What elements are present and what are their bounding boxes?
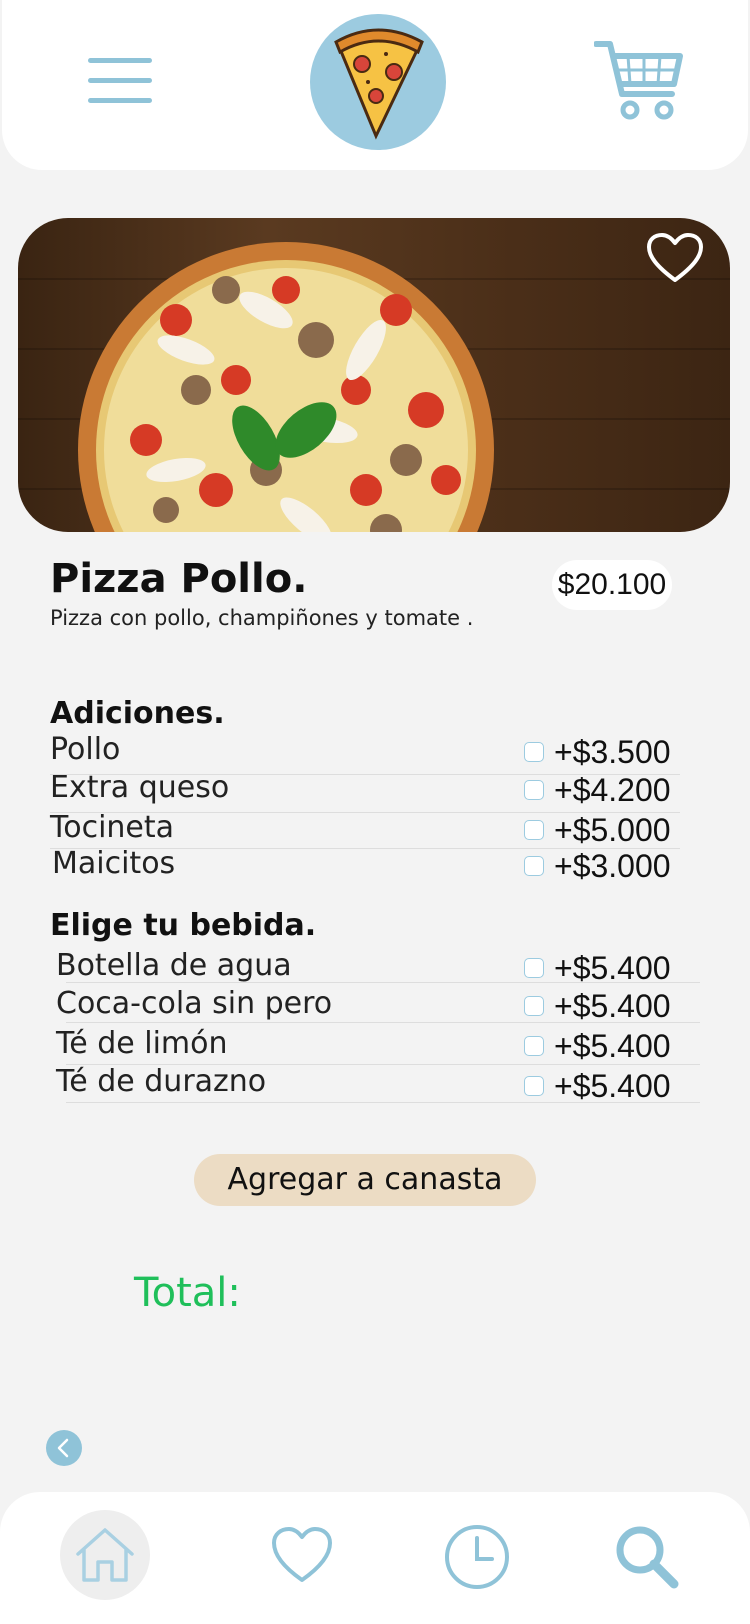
drink-price: +$5.400	[554, 1068, 671, 1104]
drink-label: Coca-cola sin pero	[56, 986, 333, 1021]
clock-icon	[445, 1525, 509, 1589]
tab-history[interactable]	[430, 1510, 520, 1600]
drink-label: Té de durazno	[56, 1064, 267, 1099]
addition-checkbox[interactable]	[524, 820, 544, 840]
drink-checkbox[interactable]	[524, 958, 544, 978]
drink-price: +$5.400	[554, 988, 671, 1024]
price-badge: $20.100	[552, 560, 672, 610]
addition-label: Extra queso	[50, 770, 230, 805]
drink-checkbox[interactable]	[524, 1036, 544, 1056]
drink-label: Té de limón	[56, 1026, 228, 1061]
shopping-cart-icon[interactable]	[594, 38, 684, 124]
pizza-logo[interactable]	[310, 14, 446, 150]
chevron-left-icon	[57, 1438, 69, 1458]
addition-row[interactable]: Pollo +$3.500	[50, 732, 680, 770]
addition-checkbox[interactable]	[524, 780, 544, 800]
drink-row[interactable]: Té de durazno +$5.400	[56, 1064, 700, 1104]
addition-price: +$3.500	[554, 734, 671, 770]
product-title: Pizza Pollo.	[50, 556, 308, 602]
total-label: Total:	[134, 1270, 241, 1316]
addition-label: Pollo	[50, 732, 121, 767]
divider	[66, 1102, 700, 1103]
heart-outline-icon[interactable]	[646, 232, 704, 284]
addition-price: +$5.000	[554, 812, 671, 848]
heart-icon	[272, 1527, 332, 1582]
drink-row[interactable]: Té de limón +$5.400	[56, 1026, 700, 1064]
top-header	[2, 0, 748, 170]
pizza-slice-icon	[334, 28, 424, 140]
drink-row[interactable]: Coca-cola sin pero +$5.400	[56, 986, 700, 1024]
addition-price: +$4.200	[554, 772, 671, 808]
tab-home[interactable]	[60, 1510, 150, 1600]
divider	[66, 1022, 700, 1023]
back-button[interactable]	[46, 1430, 82, 1466]
addition-checkbox[interactable]	[524, 856, 544, 876]
product-description: Pizza con pollo, champiñones y tomate .	[50, 606, 474, 630]
addition-label: Maicitos	[52, 846, 176, 881]
drink-label: Botella de agua	[56, 948, 292, 983]
addition-row[interactable]: Extra queso +$4.200	[50, 770, 680, 808]
drink-price: +$5.400	[554, 1028, 671, 1064]
search-icon	[616, 1526, 679, 1589]
additions-title: Adiciones.	[50, 696, 225, 731]
addition-checkbox[interactable]	[524, 742, 544, 762]
home-icon	[76, 1528, 134, 1582]
pizza-photo	[78, 242, 494, 532]
tab-favorites[interactable]	[256, 1510, 346, 1600]
add-to-basket-button[interactable]: Agregar a canasta	[194, 1154, 536, 1206]
drink-checkbox[interactable]	[524, 1076, 544, 1096]
menu-icon[interactable]	[88, 58, 152, 106]
drink-row[interactable]: Botella de agua +$5.400	[56, 948, 700, 986]
addition-price: +$3.000	[554, 848, 671, 884]
addition-row[interactable]: Tocineta +$5.000	[50, 810, 680, 848]
addition-label: Tocineta	[50, 810, 175, 845]
addition-row[interactable]: Maicitos +$3.000	[52, 846, 680, 884]
drink-checkbox[interactable]	[524, 996, 544, 1016]
bottom-tab-bar	[0, 1492, 750, 1624]
drinks-title: Elige tu bebida.	[50, 908, 317, 943]
tab-search[interactable]	[600, 1510, 690, 1600]
divider	[66, 982, 700, 983]
pizza-image	[18, 218, 730, 532]
